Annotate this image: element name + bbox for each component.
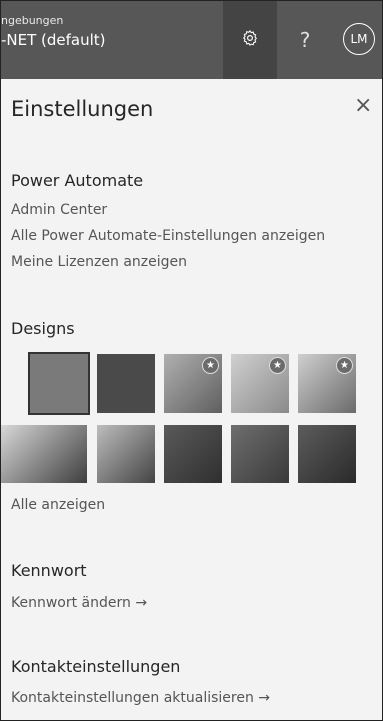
design-waves-thumbnail[interactable]: ★ [164, 354, 222, 413]
design-ribbons-thumbnail[interactable]: ★ [231, 354, 289, 413]
contact-heading: Kontakteinstellungen [11, 657, 181, 676]
change-password-link[interactable]: Kennwort ändern → [11, 595, 147, 611]
close-icon[interactable]: × [354, 93, 372, 118]
show-all-designs-link[interactable]: Alle anzeigen [11, 497, 105, 513]
design-palms-thumbnail[interactable] [97, 425, 155, 483]
design-bokeh-thumbnail[interactable] [298, 425, 356, 483]
design-solid-dark-thumbnail[interactable] [97, 354, 155, 413]
environment-picker[interactable]: -NET (default) [1, 31, 106, 49]
settings-button[interactable] [223, 1, 277, 79]
design-circuit-thumbnail[interactable] [164, 425, 222, 483]
panel-title: Einstellungen [11, 97, 154, 121]
environment-label: ngebungen [1, 14, 64, 27]
design-aviation-thumbnail[interactable] [231, 425, 289, 483]
licenses-link[interactable]: Meine Lizenzen anzeigen [11, 254, 187, 270]
design-flowers-thumbnail[interactable]: ★ [298, 354, 356, 413]
design-hills-thumbnail[interactable] [1, 425, 87, 483]
design-solid-gray-thumbnail[interactable] [28, 352, 90, 415]
update-contact-link[interactable]: Kontakteinstellungen aktualisieren → [11, 690, 270, 706]
gear-icon [241, 29, 259, 51]
top-bar: ngebungen -NET (default) ? LM [1, 1, 382, 79]
star-icon: ★ [336, 357, 353, 374]
power-automate-heading: Power Automate [11, 171, 144, 190]
admin-center-link[interactable]: Admin Center [11, 202, 107, 218]
all-settings-link[interactable]: Alle Power Automate-Einstellungen anzeig… [11, 228, 325, 244]
star-icon: ★ [202, 357, 219, 374]
star-icon: ★ [269, 357, 286, 374]
help-button[interactable]: ? [285, 1, 325, 79]
designs-heading: Designs [11, 319, 75, 338]
settings-window: ngebungen -NET (default) ? LM Einstellun… [0, 0, 383, 721]
password-heading: Kennwort [11, 561, 87, 580]
question-icon: ? [299, 28, 311, 52]
avatar[interactable]: LM [343, 23, 375, 55]
